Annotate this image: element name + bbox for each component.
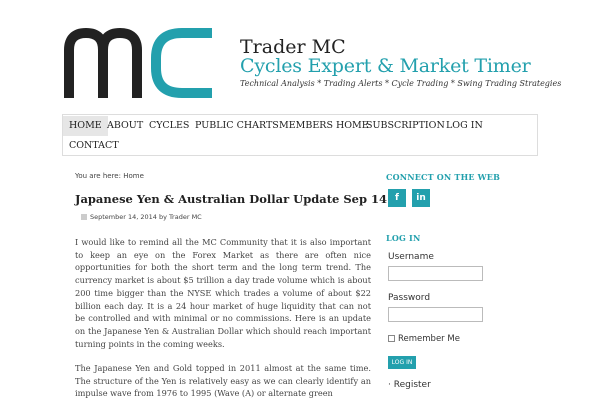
post-paragraph: The Japanese Yen and Gold topped in 2011… bbox=[75, 363, 371, 399]
register-link[interactable]: · Register bbox=[388, 380, 431, 390]
nav-item-public-charts[interactable]: PUBLIC CHARTS bbox=[189, 116, 285, 136]
breadcrumb-prefix: You are here: bbox=[75, 172, 124, 180]
facebook-icon[interactable]: f bbox=[388, 189, 406, 207]
post-paragraph: I would like to remind all the MC Commun… bbox=[75, 237, 371, 349]
breadcrumb-home-link[interactable]: Home bbox=[123, 172, 144, 180]
post-meta-text: September 14, 2014 by Trader MC bbox=[90, 213, 202, 221]
remember-checkbox[interactable] bbox=[388, 335, 395, 342]
nav-item-about[interactable]: ABOUT bbox=[101, 116, 149, 136]
nav-item-subscription[interactable]: SUBSCRIPTION bbox=[360, 116, 451, 136]
date-icon bbox=[81, 214, 87, 220]
username-label: Username bbox=[388, 252, 434, 262]
breadcrumb: You are here: Home bbox=[75, 172, 144, 180]
nav-item-log-in[interactable]: LOG IN bbox=[440, 116, 489, 136]
linkedin-icon[interactable]: in bbox=[412, 189, 430, 207]
register-label: Register bbox=[393, 380, 431, 390]
site-logo[interactable] bbox=[64, 28, 216, 98]
post-title[interactable]: Japanese Yen & Australian Dollar Update … bbox=[75, 192, 387, 206]
remember-me[interactable]: Remember Me bbox=[388, 334, 460, 344]
site-subtitle: Cycles Expert & Market Timer bbox=[240, 55, 531, 77]
main-nav: HOME ABOUT CYCLES PUBLIC CHARTS MEMBERS … bbox=[62, 114, 538, 156]
connect-widget-title: CONNECT ON THE WEB bbox=[386, 172, 501, 182]
password-field[interactable] bbox=[388, 307, 483, 322]
site-tagline: Technical Analysis * Trading Alerts * Cy… bbox=[240, 79, 562, 88]
nav-item-contact[interactable]: CONTACT bbox=[63, 136, 125, 156]
password-label: Password bbox=[388, 293, 431, 303]
username-field[interactable] bbox=[388, 266, 483, 281]
login-widget-title: LOG IN bbox=[386, 233, 421, 243]
nav-item-cycles[interactable]: CYCLES bbox=[143, 116, 195, 136]
login-button[interactable]: LOG IN bbox=[388, 356, 416, 369]
post-meta: September 14, 2014 by Trader MC bbox=[81, 213, 202, 221]
remember-label: Remember Me bbox=[398, 334, 460, 344]
